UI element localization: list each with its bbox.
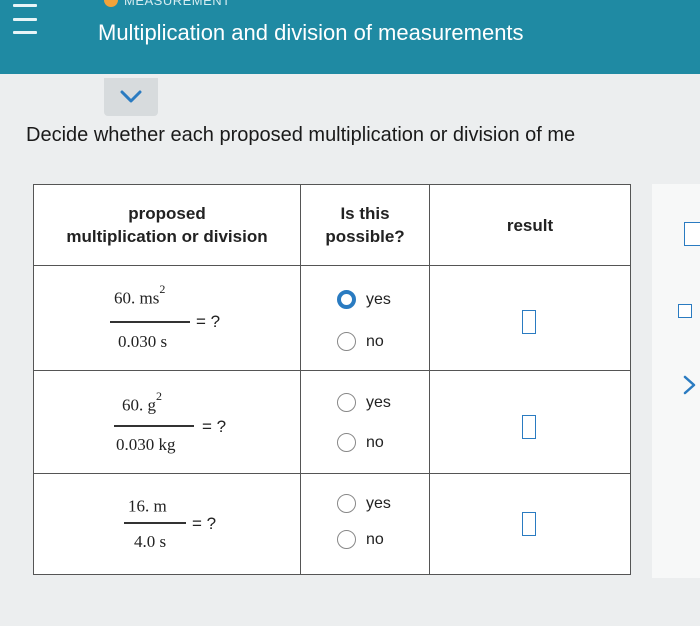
result-input[interactable] xyxy=(522,310,536,334)
collapse-button[interactable] xyxy=(104,78,158,116)
menu-bar xyxy=(13,31,37,34)
option-label: yes xyxy=(366,494,391,512)
radio-yes[interactable] xyxy=(337,393,356,412)
option-yes[interactable]: yes xyxy=(337,290,391,309)
numerator-text: 60. ms xyxy=(114,288,160,308)
chevron-right-icon[interactable] xyxy=(682,374,698,396)
fraction-expression: 16. m = ? 4.0 s xyxy=(34,474,300,574)
header-proposed: proposed multiplication or division xyxy=(33,184,301,266)
table-header-row: proposed multiplication or division Is t… xyxy=(33,184,631,266)
possible-cell: yes no xyxy=(300,473,430,575)
header-possible-line2: possible? xyxy=(325,227,405,246)
radio-no[interactable] xyxy=(337,530,356,549)
possible-cell: yes no xyxy=(300,370,430,474)
option-no[interactable]: no xyxy=(337,332,384,351)
section-label: MEASUREMENT xyxy=(124,0,231,8)
numerator-text: 60. g xyxy=(122,395,156,415)
header-result: result xyxy=(429,184,631,266)
fraction-expression: 60. ms2 = ? 0.030 s xyxy=(34,266,300,370)
page-title: Multiplication and division of measureme… xyxy=(98,20,524,45)
option-label: no xyxy=(366,433,384,451)
fraction-denominator: 0.030 kg xyxy=(116,435,176,454)
radio-yes[interactable] xyxy=(337,290,356,309)
table-row: 60. g2 = ? 0.030 kg yes no xyxy=(33,370,631,474)
radio-no[interactable] xyxy=(337,433,356,452)
header-proposed-line2: multiplication or division xyxy=(66,227,268,246)
option-yes[interactable]: yes xyxy=(337,494,391,513)
fraction-bar xyxy=(114,425,194,427)
instructions-text: Decide whether each proposed multiplicat… xyxy=(26,124,576,146)
menu-bar xyxy=(13,4,37,7)
equals-question: = ? xyxy=(202,417,227,436)
proposed-cell: 60. g2 = ? 0.030 kg xyxy=(33,370,301,474)
side-panel xyxy=(652,184,700,578)
fraction-bar xyxy=(124,522,186,524)
menu-bar xyxy=(13,17,37,21)
proposed-cell: 16. m = ? 4.0 s xyxy=(33,473,301,575)
fraction-bar xyxy=(110,321,190,323)
possible-cell: yes no xyxy=(300,265,430,371)
fraction-numerator: 60. g2 xyxy=(122,389,162,416)
fraction-numerator: 16. m xyxy=(128,494,167,517)
result-cell xyxy=(429,370,631,474)
table-row: 60. ms2 = ? 0.030 s yes no xyxy=(33,265,631,371)
header-result-label: result xyxy=(506,215,554,235)
proposed-cell: 60. ms2 = ? 0.030 s xyxy=(33,265,301,371)
numerator-text: 16. m xyxy=(128,496,167,516)
fraction-denominator: 4.0 s xyxy=(134,532,167,551)
numerator-exponent: 2 xyxy=(156,389,162,403)
header-proposed-line1: proposed xyxy=(128,204,206,223)
side-input-small[interactable] xyxy=(678,304,692,318)
header-possible: Is this possible? xyxy=(300,184,430,266)
top-header: MEASUREMENT Multiplication and division … xyxy=(0,0,700,74)
option-label: yes xyxy=(366,393,391,411)
result-input[interactable] xyxy=(522,415,536,439)
numerator-exponent: 2 xyxy=(159,282,166,296)
section-progress-dot xyxy=(104,0,118,7)
fraction-denominator: 0.030 s xyxy=(118,332,168,351)
fraction-expression: 60. g2 = ? 0.030 kg xyxy=(34,371,300,473)
header-possible-line1: Is this xyxy=(340,204,390,223)
equals-question: = ? xyxy=(192,514,217,533)
option-no[interactable]: no xyxy=(337,530,384,549)
option-label: yes xyxy=(366,290,391,308)
radio-no[interactable] xyxy=(337,332,356,351)
option-label: no xyxy=(366,530,384,548)
option-no[interactable]: no xyxy=(337,433,384,452)
option-label: no xyxy=(366,332,384,350)
option-yes[interactable]: yes xyxy=(337,393,391,412)
chevron-down-icon xyxy=(120,90,142,103)
equals-question: = ? xyxy=(196,312,221,331)
result-cell xyxy=(429,473,631,575)
table-row: 16. m = ? 4.0 s yes no xyxy=(33,473,631,575)
fraction-numerator: 60. ms2 xyxy=(114,282,165,309)
hamburger-menu-icon[interactable] xyxy=(12,4,38,34)
result-cell xyxy=(429,265,631,371)
result-input[interactable] xyxy=(522,512,536,536)
measurement-table: proposed multiplication or division Is t… xyxy=(33,184,631,575)
side-input-large[interactable] xyxy=(684,222,700,246)
radio-yes[interactable] xyxy=(337,494,356,513)
